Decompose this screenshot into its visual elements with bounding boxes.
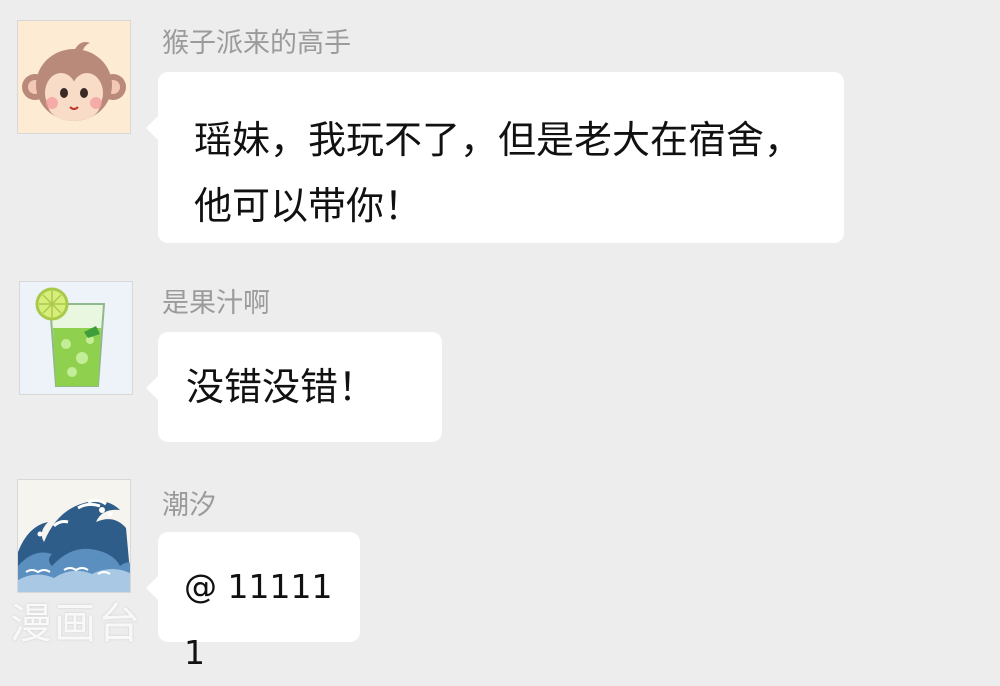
sender-name: 猴子派来的高手 [162, 28, 351, 59]
message-bubble[interactable]: 瑶妹，我玩不了，但是老大在宿舍，他可以带你！ [146, 72, 844, 243]
chat-history[interactable]: 猴子派来的高手 瑶妹，我玩不了，但是老大在宿舍，他可以带你！ 是果汁啊 没错没错… [0, 0, 1000, 672]
monkey-face-icon [18, 21, 130, 133]
watermark-logo: 漫画台 [10, 599, 143, 648]
sender-name: 是果汁啊 [162, 288, 270, 319]
message-text: 没错没错！ [186, 365, 377, 409]
lime-juice-glass-icon [20, 282, 132, 394]
message-text: 瑶妹，我玩不了，但是老大在宿舍，他可以带你！ [194, 118, 803, 228]
sender-avatar[interactable] [17, 20, 131, 134]
message-bubble[interactable]: 没错没错！ [146, 332, 442, 442]
message-bubble[interactable]: @ 111111 [146, 532, 360, 672]
sender-avatar[interactable] [19, 281, 133, 395]
ocean-wave-icon [18, 480, 130, 592]
sender-name: 潮汐 [162, 490, 216, 521]
sender-avatar[interactable] [17, 479, 131, 593]
message-text: @ 111111 [184, 567, 333, 672]
